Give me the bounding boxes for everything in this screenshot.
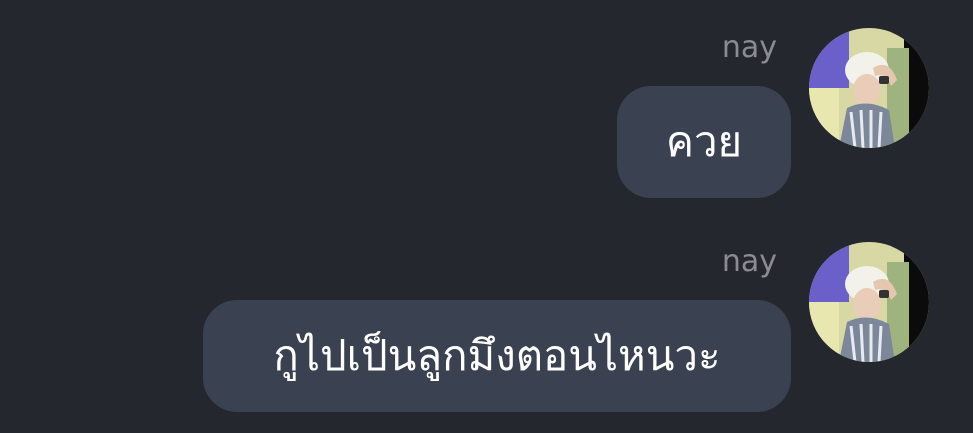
chat-area: nay ควย nay กูไปเป็นลูกมึงตอนไหนวะ [0, 0, 973, 433]
sender-name: nay [721, 244, 777, 279]
message-item: nay กูไปเป็นลูกมึงตอนไหนวะ [0, 210, 973, 433]
message-bubble[interactable]: ควย [617, 86, 791, 198]
avatar[interactable] [809, 242, 929, 362]
user-photo-avatar-icon [809, 242, 929, 362]
sender-name: nay [721, 30, 777, 65]
avatar[interactable] [809, 28, 929, 148]
message-bubble[interactable]: กูไปเป็นลูกมึงตอนไหนวะ [203, 300, 791, 412]
message-item: nay ควย [0, 0, 973, 210]
user-photo-avatar-icon [809, 28, 929, 148]
